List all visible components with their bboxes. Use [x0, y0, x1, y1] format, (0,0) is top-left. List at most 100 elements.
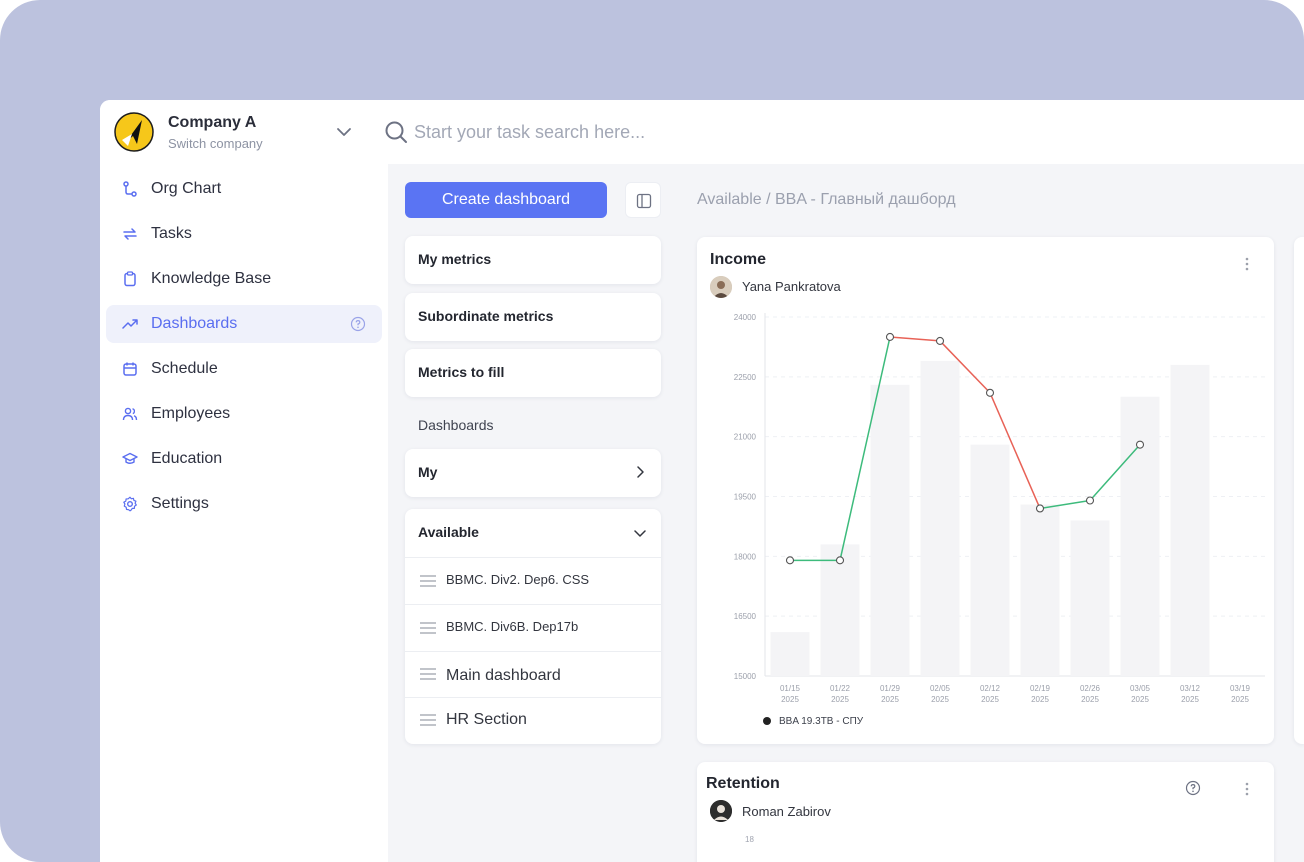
help-circle-icon[interactable] [1185, 780, 1201, 796]
x-tick-label: 2025 [881, 695, 899, 704]
search-icon [385, 121, 407, 143]
chart-owner-name: Roman Zabirov [742, 804, 831, 819]
help-circle-icon[interactable] [350, 316, 366, 332]
x-tick-label: 03/19 [1230, 684, 1251, 693]
switch-company-label: Switch company [168, 136, 263, 151]
dashboards-section-label: Dashboards [418, 417, 494, 433]
drag-handle-icon[interactable] [420, 668, 436, 680]
line-segment [889, 336, 941, 342]
chevron-right-icon [637, 466, 644, 478]
list-item[interactable]: BBMC. Div6B. Dep17b [405, 604, 661, 651]
company-switcher[interactable]: Company A Switch company [112, 110, 364, 156]
org-chart-icon [123, 181, 137, 197]
breadcrumb: Available / BBA - Главный дашборд [697, 191, 956, 208]
list-item-label: BBMC. Div6B. Dep17b [446, 619, 579, 634]
dashboard-main: Available / BBA - Главный дашборд 15000 1… [680, 164, 1304, 862]
x-tick-label: 2025 [931, 695, 949, 704]
data-point [1085, 496, 1095, 505]
employees-icon [122, 407, 138, 421]
x-tick-label: 2025 [1081, 695, 1099, 704]
list-item[interactable]: Main dashboard [405, 651, 661, 697]
chart-legend: BBA 19.3TB - СПУ [763, 716, 863, 727]
more-options-icon[interactable] [1245, 256, 1249, 272]
income-chart-card: 15000 16500 18000 19500 21000 22500 24000 01/15… [697, 237, 1274, 744]
bar [970, 444, 1010, 676]
x-tick-label: 2025 [831, 695, 849, 704]
sidebar-item-label: Dashboards [151, 315, 238, 332]
task-search[interactable]: Start your task search here... [384, 118, 784, 148]
retention-chart-card: Retention Roman Zabirov 18 [697, 762, 1274, 862]
data-point [785, 556, 795, 565]
search-input[interactable]: Start your task search here... [414, 122, 645, 143]
toggle-panel-button[interactable] [625, 182, 661, 218]
legend-label: BBA 19.3TB - СПУ [779, 716, 864, 727]
sidebar-item-org-chart[interactable]: Org Chart [106, 170, 382, 208]
sidebar-item-employees[interactable]: Employees [106, 395, 382, 433]
list-item[interactable]: BBMC. Div2. Dep6. CSS [405, 557, 661, 604]
x-tick-label: 02/19 [1030, 684, 1051, 693]
y-tick-label: 24000 [734, 313, 757, 322]
create-dashboard-button[interactable]: Create dashboard [405, 182, 607, 218]
y-tick-label: 22500 [734, 373, 757, 382]
group-title: My [418, 464, 438, 480]
my-dashboards-group[interactable]: My [405, 449, 661, 497]
data-point [835, 556, 845, 565]
x-tick-label: 2025 [981, 695, 999, 704]
x-tick-label: 2025 [1131, 695, 1149, 704]
group-title: Available [418, 524, 479, 540]
x-tick-label: 2025 [1231, 695, 1249, 704]
sidebar-item-settings[interactable]: Settings [106, 485, 382, 523]
sidebar-item-dashboards[interactable]: Dashboards [106, 305, 382, 343]
sidebar-item-label: Tasks [151, 225, 192, 242]
legend-marker [763, 717, 771, 725]
available-group-header[interactable]: Available [405, 509, 661, 557]
x-tick-label: 02/05 [930, 684, 951, 693]
x-tick-label: 03/12 [1180, 684, 1201, 693]
drag-handle-icon[interactable] [420, 714, 436, 726]
y-tick-label: 15000 [734, 672, 757, 681]
more-options-icon[interactable] [1245, 781, 1249, 797]
avatar [710, 276, 732, 298]
metrics-to-fill-card[interactable]: Metrics to fill [405, 349, 661, 397]
x-tick-label: 01/22 [830, 684, 851, 693]
y-tick-label: 18000 [734, 552, 757, 561]
bar [1020, 504, 1060, 676]
card-title: My metrics [418, 251, 492, 267]
chart-title: Income [710, 251, 767, 268]
sidebar-item-schedule[interactable]: Schedule [106, 350, 382, 388]
calendar-icon [123, 362, 137, 376]
y-tick-label: 21000 [734, 433, 757, 442]
data-point [885, 332, 895, 341]
company-name: Company A [168, 114, 257, 131]
y-tick-label: 18 [745, 835, 754, 844]
data-point [935, 336, 945, 345]
x-tick-label: 03/05 [1130, 684, 1151, 693]
list-item[interactable]: HR Section [405, 697, 661, 744]
sidebar-item-tasks[interactable]: Tasks [106, 215, 382, 253]
gear-icon [123, 496, 137, 512]
subordinate-metrics-card[interactable]: Subordinate metrics [405, 293, 661, 341]
sidebar-item-knowledge-base[interactable]: Knowledge Base [106, 260, 382, 298]
drag-handle-icon[interactable] [420, 575, 436, 587]
tasks-icon [123, 228, 137, 240]
x-tick-label: 2025 [1031, 695, 1049, 704]
sidebar-item-label: Knowledge Base [151, 270, 272, 287]
sidebar-item-education[interactable]: Education [106, 440, 382, 478]
trend-icon [122, 319, 138, 329]
y-tick-label: 19500 [734, 493, 757, 502]
y-tick-label: 16500 [734, 612, 757, 621]
card-title: Subordinate metrics [418, 308, 554, 324]
x-tick-label: 01/29 [880, 684, 901, 693]
data-point [985, 388, 995, 397]
chevron-down-icon[interactable] [334, 122, 354, 142]
graduation-cap-icon [122, 452, 138, 464]
data-point [1135, 440, 1145, 449]
app-window: Company A Switch company Org Chart Tasks… [100, 100, 1304, 862]
x-tick-label: 02/26 [1080, 684, 1101, 693]
x-tick-label: 2025 [781, 695, 799, 704]
my-metrics-card[interactable]: My metrics [405, 236, 661, 284]
sidebar-item-label: Schedule [151, 360, 218, 377]
chevron-down-icon [634, 530, 646, 537]
x-tick-label: 2025 [1181, 695, 1199, 704]
drag-handle-icon[interactable] [420, 622, 436, 634]
